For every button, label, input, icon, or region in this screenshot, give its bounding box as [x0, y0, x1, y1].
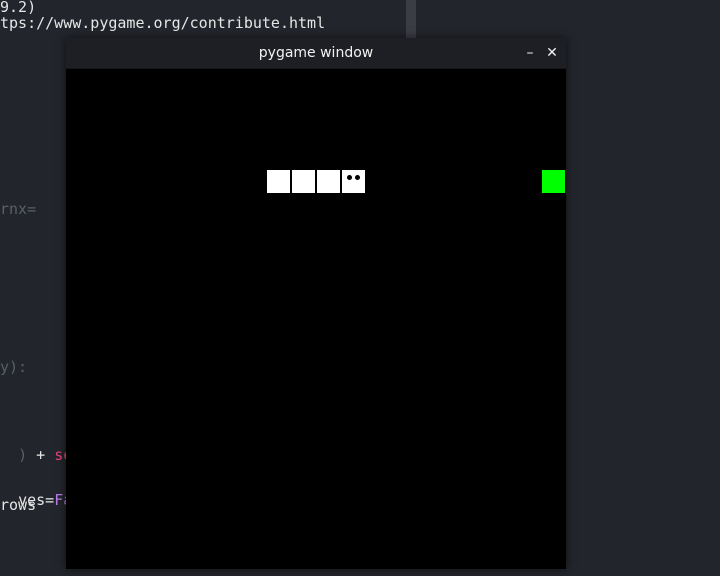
snake-eye-right [355, 175, 360, 180]
terminal-line-url: tps://www.pygame.org/contribute.html [0, 14, 326, 32]
snake-eye-left [347, 175, 352, 180]
window-title: pygame window [258, 45, 374, 61]
pygame-window[interactable]: pygame window – ✕ [66, 38, 566, 569]
terminal-plus: + [36, 446, 46, 464]
snake-head [342, 170, 365, 193]
snake-body-segment [267, 170, 290, 193]
terminal-line-rnx: rnx= [0, 200, 37, 218]
editor-scrollbar[interactable] [406, 0, 416, 38]
window-titlebar[interactable]: pygame window – ✕ [66, 38, 566, 69]
minimize-button[interactable]: – [520, 43, 540, 63]
terminal-line-plus-row: ) + se [0, 428, 72, 464]
snake-body-segment [317, 170, 340, 193]
terminal-line-y: y): [0, 358, 28, 376]
terminal-paren: ) [18, 446, 28, 464]
close-button[interactable]: ✕ [542, 43, 562, 63]
game-canvas[interactable] [66, 69, 566, 569]
food-pellet [542, 170, 565, 193]
terminal-line-rows: rows [0, 496, 37, 514]
snake-body-segment [292, 170, 315, 193]
